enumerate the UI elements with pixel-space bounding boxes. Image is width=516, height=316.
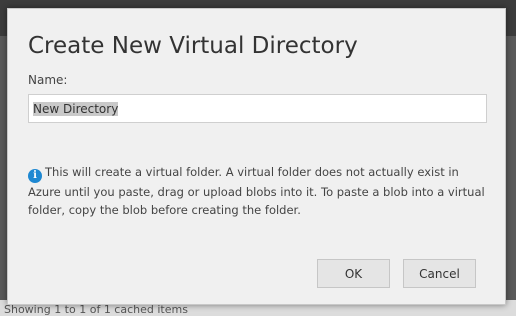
info-text: This will create a virtual folder. A vir… bbox=[28, 165, 485, 217]
name-label: Name: bbox=[28, 73, 68, 87]
cancel-button[interactable]: Cancel bbox=[403, 259, 476, 288]
info-icon: i bbox=[28, 169, 42, 183]
ok-button[interactable]: OK bbox=[317, 259, 390, 288]
dialog-title: Create New Virtual Directory bbox=[28, 33, 358, 59]
create-virtual-directory-dialog: Create New Virtual Directory Name: iThis… bbox=[7, 8, 506, 305]
name-input[interactable] bbox=[28, 94, 487, 123]
info-message: i This will create a virtual folder. A vi… bbox=[28, 163, 490, 219]
